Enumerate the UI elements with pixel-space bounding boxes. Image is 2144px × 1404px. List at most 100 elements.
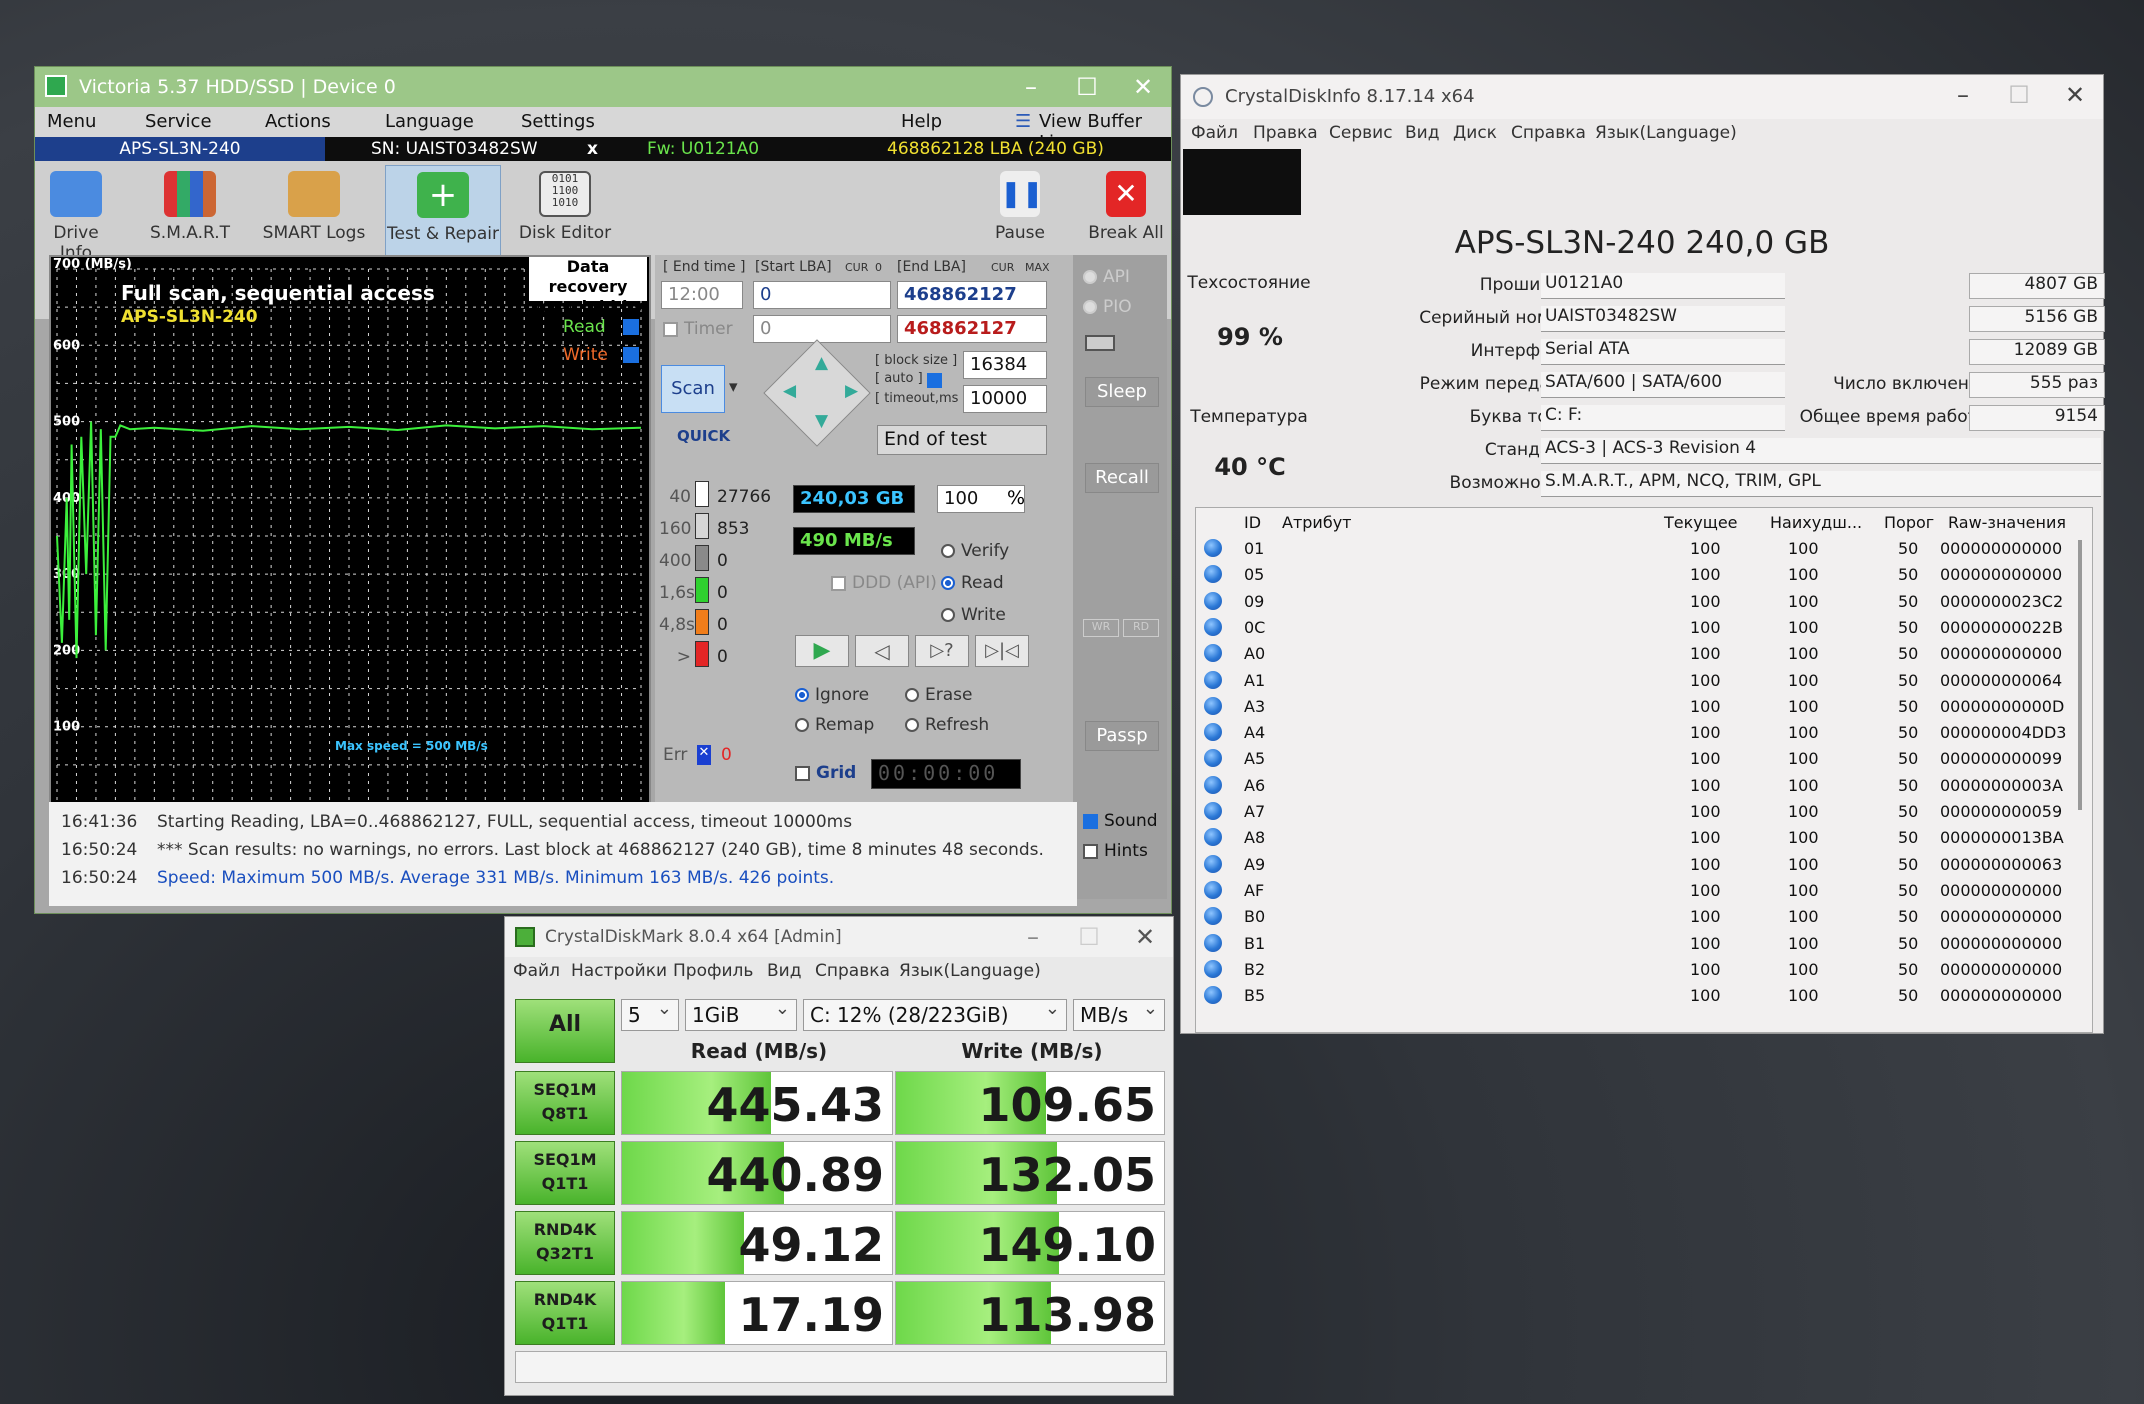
test-button[interactable]: RND4K Q1T1 [515,1281,615,1345]
size-select[interactable]: 1GiB [685,994,797,1031]
unit-select[interactable]: MB/s [1073,994,1165,1031]
test-button[interactable]: RND4K Q32T1 [515,1211,615,1275]
end-cur-button[interactable]: CUR [991,261,1014,274]
col-id[interactable]: ID [1244,513,1261,532]
write-radio[interactable] [941,608,955,622]
api-option[interactable]: API [1083,267,1130,287]
read-checkbox[interactable] [623,319,639,335]
read-option[interactable]: Read [941,573,1004,593]
col-raw[interactable]: Raw-значения [1948,513,2066,532]
timer-field[interactable]: 0 [753,315,891,343]
menu-item-actions[interactable]: Actions [265,111,331,132]
col-worst[interactable]: Наихудш... [1770,513,1862,532]
count-select[interactable]: 5 [621,994,679,1031]
end-time-field[interactable]: 12:00 [661,281,743,309]
start-cur-button[interactable]: CUR [845,261,868,274]
test-button[interactable]: SEQ1M Q8T1 [515,1071,615,1135]
cdm-menu-language[interactable]: Язык(Language) [899,961,1041,981]
device-close-button[interactable]: x [587,137,598,161]
break-all-button[interactable]: ✕ Break All [1085,171,1167,243]
cdi-menu-file[interactable]: Файл [1191,123,1238,143]
refresh-radio[interactable] [905,718,919,732]
table-row[interactable]: B0 100 100 50 000000000000 [1196,904,2076,930]
cdm-titlebar[interactable]: CrystalDiskMark 8.0.4 x64 [Admin] – ☐ ✕ [505,917,1173,957]
cdi-menu-disk[interactable]: Диск [1453,123,1497,143]
ddd-checkbox[interactable] [831,575,846,591]
arrow-right-icon[interactable]: ▶ [845,381,858,401]
arrow-down-icon[interactable]: ▼ [815,411,828,431]
menu-item-settings[interactable]: Settings [521,111,595,132]
cdm-close-icon[interactable]: ✕ [1117,917,1173,957]
skip-forward-button[interactable]: ▷? [915,635,969,667]
cdi-menu-edit[interactable]: Правка [1253,123,1318,143]
cdm-menu-help[interactable]: Справка [815,961,890,981]
col-threshold[interactable]: Порог [1884,513,1934,532]
start-zero-button[interactable]: 0 [875,261,882,274]
cdi-menu-view[interactable]: Вид [1405,123,1439,143]
read-radio[interactable] [941,576,955,590]
close-icon[interactable]: ✕ [1115,67,1171,107]
table-row[interactable]: A6 100 100 50 00000000003A [1196,773,2076,799]
menu-item-menu[interactable]: Menu [47,111,96,132]
cdm-maximize-icon[interactable]: ☐ [1061,917,1117,957]
smart-logs-button[interactable]: SMART Logs [261,171,367,243]
device-model[interactable]: APS-SL3N-240 [35,137,325,161]
arrow-up-icon[interactable]: ▲ [815,353,828,373]
all-button[interactable]: All [515,999,615,1063]
verify-radio[interactable] [941,544,955,558]
table-row[interactable]: B2 100 100 50 000000000000 [1196,957,2076,983]
pio-option[interactable]: PIO [1083,297,1132,317]
pause-button[interactable]: ❚❚ Pause [985,171,1055,243]
table-row[interactable]: A8 100 100 50 0000000013BA [1196,825,2076,851]
timer-checkbox[interactable] [663,321,678,337]
smart-button[interactable]: S.M.A.R.T [145,171,235,243]
cdi-minimize-icon[interactable]: – [1935,75,1991,115]
recall-button[interactable]: Recall [1085,463,1159,493]
write-option[interactable]: Write [941,605,1006,625]
table-row[interactable]: AF 100 100 50 000000000000 [1196,878,2076,904]
passp-button[interactable]: Passp [1085,721,1159,751]
cdi-menu-language[interactable]: Язык(Language) [1595,123,1737,143]
hints-checkbox[interactable] [1083,843,1098,859]
table-row[interactable]: B5 100 100 50 000000000000 [1196,983,2076,1009]
drive-select[interactable]: C: 12% (28/223GiB) [803,994,1067,1031]
table-row[interactable]: A5 100 100 50 000000000099 [1196,746,2076,772]
table-row[interactable]: 05 100 100 50 000000000000 [1196,562,2076,588]
scan-dropdown-icon[interactable]: ▾ [729,377,738,397]
sound-checkbox[interactable] [1083,813,1098,829]
quick-button[interactable]: QUICK [677,427,730,445]
pio-radio[interactable] [1083,300,1097,314]
sleep-button[interactable]: Sleep [1085,377,1159,407]
table-row[interactable]: 09 100 100 50 0000000023C2 [1196,589,2076,615]
table-row[interactable]: A7 100 100 50 000000000059 [1196,799,2076,825]
victoria-titlebar[interactable]: Victoria 5.37 HDD/SSD | Device 0 – ☐ ✕ [35,67,1171,107]
remap-option[interactable]: Remap [795,715,874,735]
sound-option[interactable]: Sound [1083,811,1158,831]
cdi-menu-service[interactable]: Сервис [1329,123,1393,143]
test-button[interactable]: SEQ1M Q1T1 [515,1141,615,1205]
cdi-menu-help[interactable]: Справка [1511,123,1586,143]
api-radio[interactable] [1083,270,1097,284]
menu-item-help[interactable]: Help [901,111,942,132]
table-row[interactable]: B1 100 100 50 000000000000 [1196,931,2076,957]
drive-info-button[interactable]: Drive Info [35,171,117,263]
grid-checkbox[interactable] [795,765,810,781]
end-lba-field[interactable]: 468862127 [897,281,1047,309]
erase-option[interactable]: Erase [905,685,972,705]
end-max-button[interactable]: MAX [1025,261,1050,274]
table-scrollbar[interactable] [2078,540,2082,810]
menu-item-language[interactable]: Language [385,111,474,132]
grid-option[interactable]: Grid [795,763,856,783]
timeout-select[interactable]: 10000 [963,385,1047,413]
table-row[interactable]: A3 100 100 50 00000000000D [1196,694,2076,720]
write-checkbox[interactable] [623,347,639,363]
arrow-left-icon[interactable]: ◀ [783,381,796,401]
table-row[interactable]: A1 100 100 50 000000000064 [1196,668,2076,694]
block-size-select[interactable]: 16384 [963,351,1047,379]
erase-radio[interactable] [905,688,919,702]
refresh-option[interactable]: Refresh [905,715,989,735]
remap-radio[interactable] [795,718,809,732]
back-button[interactable]: ◁ [855,635,909,667]
scan-button[interactable]: Scan [661,365,725,413]
col-current[interactable]: Текущее [1664,513,1738,532]
